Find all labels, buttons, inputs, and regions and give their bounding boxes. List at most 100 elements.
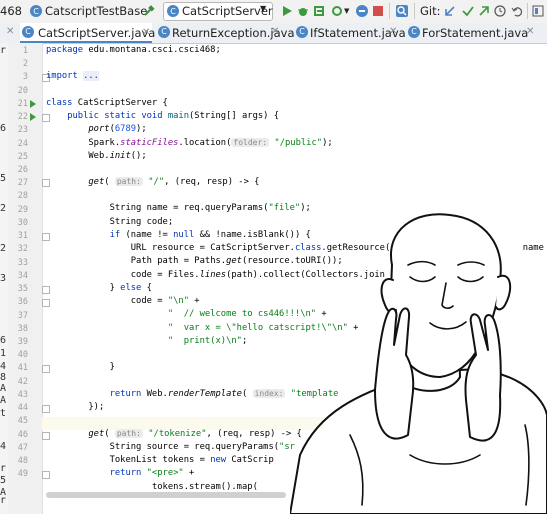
token: "/public"	[274, 138, 323, 148]
code-line: public static void main(String[] args) {	[46, 110, 279, 122]
strip-letter: 5	[0, 173, 7, 184]
token: .location(	[178, 138, 232, 148]
token: import	[46, 71, 78, 81]
tab-ifstatement[interactable]: C IfStatement.java ✕	[294, 23, 406, 43]
class-icon: C	[296, 26, 308, 38]
run-gutter-icon[interactable]	[30, 113, 36, 121]
line-number: 21	[17, 99, 28, 109]
token: "/"	[148, 177, 165, 187]
debug-icon[interactable]	[297, 5, 309, 17]
chevron-down-icon: ▼	[260, 4, 267, 13]
git-update-icon[interactable]	[444, 5, 456, 17]
token: String name = req.queryParams(	[109, 203, 269, 213]
search-icon[interactable]	[396, 5, 408, 17]
code-line: class CatScriptServer {	[46, 97, 168, 109]
tab-catscriptserver[interactable]: C CatScriptServer.java	[20, 23, 156, 43]
close-icon[interactable]: ✕	[389, 26, 397, 37]
tab-label: ForStatement.java	[422, 26, 529, 40]
close-icon[interactable]: ✕	[142, 27, 150, 38]
run-configuration-select[interactable]: C CatScriptServer ▼	[163, 2, 273, 21]
folded-imports[interactable]: ...	[83, 71, 99, 81]
param-hint: path:	[114, 429, 143, 438]
code-line: code = "\n" +	[46, 295, 200, 307]
token: ();	[130, 151, 147, 161]
line-number: 42	[17, 377, 28, 387]
run-icon[interactable]	[281, 5, 293, 17]
profile-chevron-icon[interactable]: ▼	[344, 7, 349, 15]
token: CatScriptServer {	[72, 98, 168, 108]
strip-letter: 4	[0, 361, 7, 372]
code-line: port(6789);	[88, 124, 147, 134]
strip-letter: A	[0, 383, 7, 394]
token: get	[226, 256, 242, 266]
code-line: }	[46, 361, 115, 373]
token: renderTemplate	[167, 389, 242, 399]
strip-letter: 4	[0, 441, 7, 452]
token: Web.	[88, 151, 110, 161]
git-commit-icon[interactable]	[462, 5, 474, 17]
token: (	[241, 389, 248, 399]
code-line: Spark.staticFiles.location(folder: "/pub…	[46, 137, 333, 149]
token: class	[46, 98, 73, 108]
param-hint: folder:	[231, 138, 270, 147]
strip-letter: 2	[0, 243, 7, 254]
attach-debugger-icon[interactable]	[356, 5, 368, 17]
line-number: 26	[17, 165, 28, 175]
coverage-icon[interactable]	[313, 5, 325, 17]
strip-letter: A	[0, 395, 7, 406]
tab-label: CatScriptServer.java	[38, 26, 156, 40]
toolbar-divider	[389, 3, 390, 19]
hammer-icon[interactable]	[143, 5, 155, 17]
line-number: 46	[17, 430, 28, 440]
project-fragment: 468	[0, 4, 22, 18]
profile-icon[interactable]	[331, 5, 343, 17]
token: code =	[130, 296, 168, 306]
token: return	[109, 468, 142, 478]
stop-icon[interactable]	[372, 5, 384, 17]
line-number: 1	[22, 46, 28, 56]
git-push-icon[interactable]	[478, 5, 490, 17]
meme-illustration	[289, 205, 547, 515]
token: String source = req.queryParams(	[109, 442, 280, 452]
revert-icon[interactable]	[511, 5, 523, 17]
line-number: 36	[17, 297, 28, 307]
token: , (req, resp) -> {	[164, 177, 260, 187]
token: init	[109, 151, 131, 161]
tab-forstatement[interactable]: C ForStatement.java ✕	[406, 23, 547, 43]
token: (String[] args) {	[189, 111, 280, 121]
horizontal-scrollbar[interactable]	[46, 492, 286, 498]
project-structure-icon[interactable]	[532, 5, 544, 17]
line-number: 31	[17, 231, 28, 241]
token: return	[109, 389, 142, 399]
token: "<pre>"	[146, 468, 184, 478]
close-icon[interactable]: ✕	[6, 26, 14, 37]
project-name[interactable]: CatscriptTestBase	[45, 4, 147, 18]
token: tokens.stream().map(	[151, 482, 258, 492]
code-line: });	[46, 401, 104, 413]
line-number: 37	[17, 311, 28, 321]
run-gutter-icon[interactable]	[30, 100, 36, 108]
strip-letter: t	[0, 408, 7, 419]
history-icon[interactable]	[494, 5, 506, 17]
token: lines	[199, 270, 227, 280]
token: Spark.	[88, 138, 121, 148]
strip-letter: 2	[0, 203, 7, 214]
line-number: 34	[17, 271, 28, 281]
close-icon[interactable]: ✕	[526, 26, 534, 37]
vcs-label: Git:	[420, 4, 441, 18]
line-number: 45	[17, 416, 28, 426]
line-number: 38	[17, 324, 28, 334]
strip-letter: 6	[0, 123, 7, 134]
close-icon[interactable]: ✕	[271, 26, 279, 37]
param-hint: path:	[114, 177, 143, 186]
tab-returnexception[interactable]: C ReturnException.java ✕	[156, 23, 295, 43]
code-line: String source = req.queryParams("sr	[46, 441, 295, 453]
line-number: 32	[17, 244, 28, 254]
line-number: 40	[17, 350, 28, 360]
code-line: if (name != null && !name.isBlank()) {	[46, 229, 311, 241]
token: else	[120, 283, 142, 293]
main-toolbar: 468 C CatscriptTestBase C CatScriptServe…	[0, 0, 547, 24]
token: main	[167, 111, 190, 121]
code-line: " print(x)\n";	[46, 335, 247, 347]
line-number: 41	[17, 363, 28, 373]
